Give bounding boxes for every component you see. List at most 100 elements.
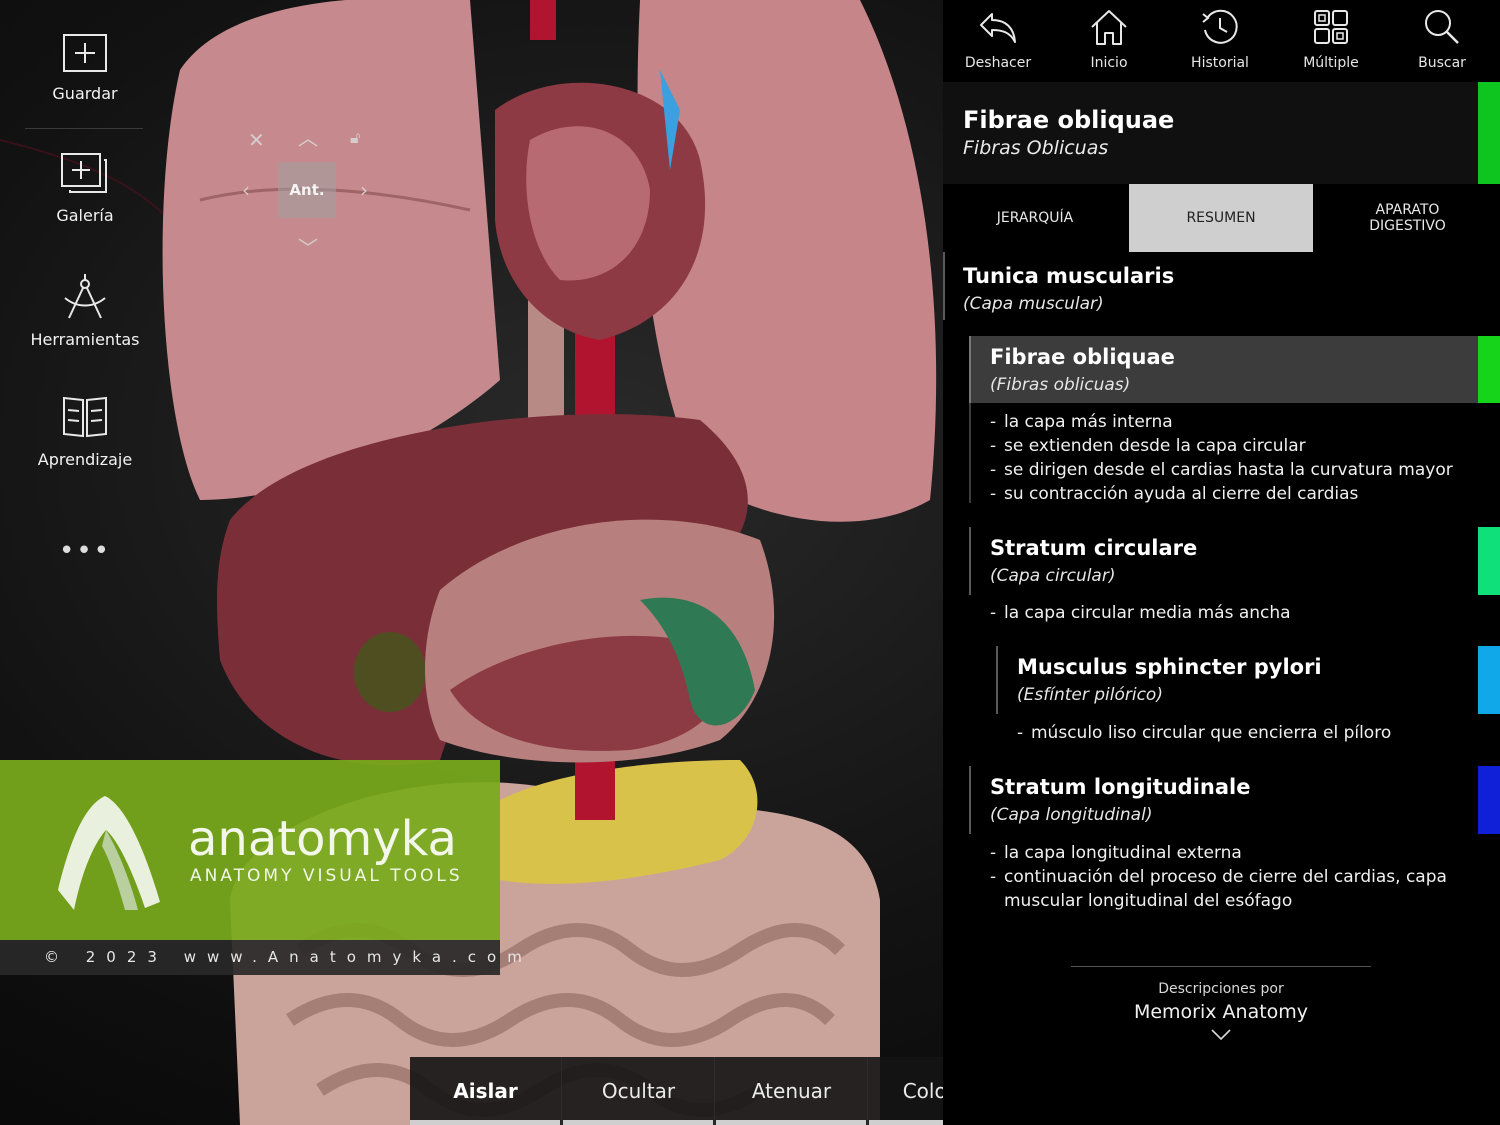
sidebar-item-label: Galería — [56, 206, 114, 225]
toolbar-label: Buscar — [1418, 55, 1466, 71]
description-bullet: la capa longitudinal externa — [990, 841, 1485, 865]
structure-title: Tunica muscularis — [963, 264, 1175, 288]
tab-hierarchy[interactable]: JERARQUÍA — [943, 184, 1127, 252]
summary-item-stratum-circulare[interactable]: Stratum circulare (Capa circular) — [990, 536, 1197, 586]
chevron-down-icon[interactable] — [1209, 1027, 1233, 1043]
toolbar-label: Inicio — [1090, 55, 1128, 71]
book-icon — [63, 396, 107, 438]
credits-caption: Descripciones por — [1158, 981, 1284, 997]
anterior-view-button[interactable]: Ant. — [278, 162, 336, 218]
hide-button[interactable]: Ocultar — [563, 1057, 715, 1125]
sidebar-item-label: Aprendizaje — [37, 450, 133, 469]
sidebar-item-learning[interactable]: Aprendizaje — [0, 394, 170, 469]
structure-subtitle: (Fibras oblicuas) — [990, 375, 1131, 395]
watermark-copyright: © 2023 www.Anatomyka.com — [44, 948, 533, 966]
fade-button[interactable]: Atenuar — [716, 1057, 868, 1125]
summary-content: Tunica muscularis (Capa muscular) Fibrae… — [943, 252, 1500, 1125]
description-bullet: se dirigen desde el cardias hasta la cur… — [990, 458, 1480, 482]
history-clock-icon — [1202, 9, 1238, 44]
more-options-button[interactable]: ••• — [0, 536, 170, 566]
tree-line — [969, 336, 971, 403]
tree-line — [969, 766, 971, 834]
structure-title: Stratum circulare — [990, 536, 1198, 560]
multiple-button[interactable]: Múltiple — [1276, 8, 1386, 71]
description-list: la capa circular media más ancha — [990, 601, 1480, 625]
rotate-right-icon[interactable]: › — [360, 178, 368, 202]
anatomyka-watermark: anatomyka ANATOMY VISUAL TOOLS © 2023 ww… — [0, 760, 522, 975]
lock-icon[interactable]: 🔓︎ — [350, 128, 360, 148]
action-underline — [563, 1120, 713, 1125]
close-icon[interactable]: ✕ — [248, 128, 265, 152]
selected-structure-title: Fibrae obliquae — [963, 106, 1175, 134]
structure-title: Musculus sphincter pylori — [1017, 655, 1322, 679]
description-list: la capa longitudinal externa continuació… — [990, 841, 1485, 913]
structure-color-indicator — [1478, 336, 1500, 403]
anatomyka-logo: anatomyka ANATOMY VISUAL TOOLS — [58, 796, 463, 910]
undo-icon — [980, 13, 1016, 43]
action-label: Aislar — [453, 1079, 518, 1103]
sidebar-item-tools[interactable]: Herramientas — [0, 274, 170, 349]
left-sidebar: Guardar Galería Herramientas Aprendizaje… — [0, 0, 170, 760]
structure-subtitle: (Capa circular) — [990, 566, 1116, 586]
sidebar-item-label: Herramientas — [30, 330, 140, 349]
description-list: músculo liso circular que encierra el pí… — [1017, 721, 1477, 745]
watermark-banner: anatomyka ANATOMY VISUAL TOOLS — [0, 760, 500, 940]
summary-item-sphincter-pylori[interactable]: Musculus sphincter pylori (Esfínter piló… — [1017, 655, 1322, 705]
info-tabs: JERARQUÍA RESUMEN APARATO DIGESTIVO — [943, 184, 1500, 252]
description-bullet: la capa más interna — [990, 410, 1480, 434]
top-toolbar: Deshacer Inicio Historial Múltiple Busca… — [943, 0, 1500, 82]
structure-subtitle: (Esfínter pilórico) — [1017, 685, 1163, 705]
action-underline — [716, 1120, 866, 1125]
undo-button[interactable]: Deshacer — [943, 8, 1053, 71]
tree-line — [969, 403, 971, 503]
action-bar: Aislar Ocultar Atenuar Colorear — [410, 1057, 1022, 1125]
multiple-grid-icon — [1314, 10, 1348, 44]
tab-summary[interactable]: RESUMEN — [1129, 184, 1313, 252]
orientation-widget: ✕ ︿ 🔓︎ ‹ Ant. › ﹀ — [232, 120, 382, 260]
credits-divider — [1071, 966, 1371, 967]
watermark-footer: © 2023 www.Anatomyka.com — [0, 940, 522, 975]
rotate-left-icon[interactable]: ‹ — [242, 178, 250, 202]
description-bullet: su contracción ayuda al cierre del cardi… — [990, 482, 1480, 506]
action-label: Ocultar — [601, 1079, 676, 1103]
structure-color-indicator — [1478, 766, 1500, 834]
tab-digestive-system[interactable]: APARATO DIGESTIVO — [1315, 184, 1500, 252]
action-label: Atenuar — [751, 1079, 832, 1103]
description-bullet: continuación del proceso de cierre del c… — [990, 865, 1485, 913]
sidebar-divider — [25, 128, 143, 129]
structure-color-indicator — [1478, 646, 1500, 714]
description-bullet: se extienden desde la capa circular — [990, 434, 1480, 458]
rotate-up-icon[interactable]: ︿ — [298, 122, 318, 151]
structure-color-indicator — [1478, 527, 1500, 595]
summary-item-stratum-longitudinale[interactable]: Stratum longitudinale (Capa longitudinal… — [990, 775, 1250, 825]
history-button[interactable]: Historial — [1165, 8, 1275, 71]
tree-line — [969, 527, 971, 595]
isolate-button[interactable]: Aislar — [410, 1057, 562, 1125]
parent-structure[interactable]: Tunica muscularis (Capa muscular) — [963, 264, 1174, 314]
selected-color-indicator — [1478, 82, 1500, 184]
toolbar-label: Deshacer — [964, 55, 1032, 71]
credits-source: Memorix Anatomy — [1133, 1001, 1309, 1023]
toolbar-label: Historial — [1191, 55, 1249, 71]
structure-title: Fibrae obliquae — [990, 345, 1175, 369]
sidebar-item-gallery[interactable]: Galería — [0, 152, 170, 225]
tools-compass-icon — [64, 274, 106, 319]
sidebar-item-label: Guardar — [52, 84, 118, 103]
home-button[interactable]: Inicio — [1054, 8, 1164, 71]
description-bullet: la capa circular media más ancha — [990, 601, 1480, 625]
summary-item-fibrae-obliquae[interactable]: Fibrae obliquae (Fibras oblicuas) — [990, 345, 1175, 395]
structure-title: Stratum longitudinale — [990, 775, 1251, 799]
structure-subtitle: (Capa longitudinal) — [990, 805, 1153, 825]
search-button[interactable]: Buscar — [1387, 8, 1497, 71]
selected-structure-header: Fibrae obliquae Fibras Oblicuas — [943, 82, 1500, 184]
structure-subtitle: (Capa muscular) — [963, 294, 1104, 314]
sidebar-item-save[interactable]: Guardar — [0, 32, 170, 103]
home-icon — [1091, 10, 1127, 45]
rotate-down-icon[interactable]: ﹀ — [298, 232, 318, 261]
selected-structure-subtitle: Fibras Oblicuas — [963, 137, 1109, 159]
action-underline — [410, 1120, 560, 1125]
save-plus-icon — [63, 34, 107, 72]
description-list: la capa más interna se extienden desde l… — [990, 410, 1480, 506]
watermark-tagline: ANATOMY VISUAL TOOLS — [190, 866, 463, 886]
description-bullet: músculo liso circular que encierra el pí… — [1017, 721, 1477, 745]
